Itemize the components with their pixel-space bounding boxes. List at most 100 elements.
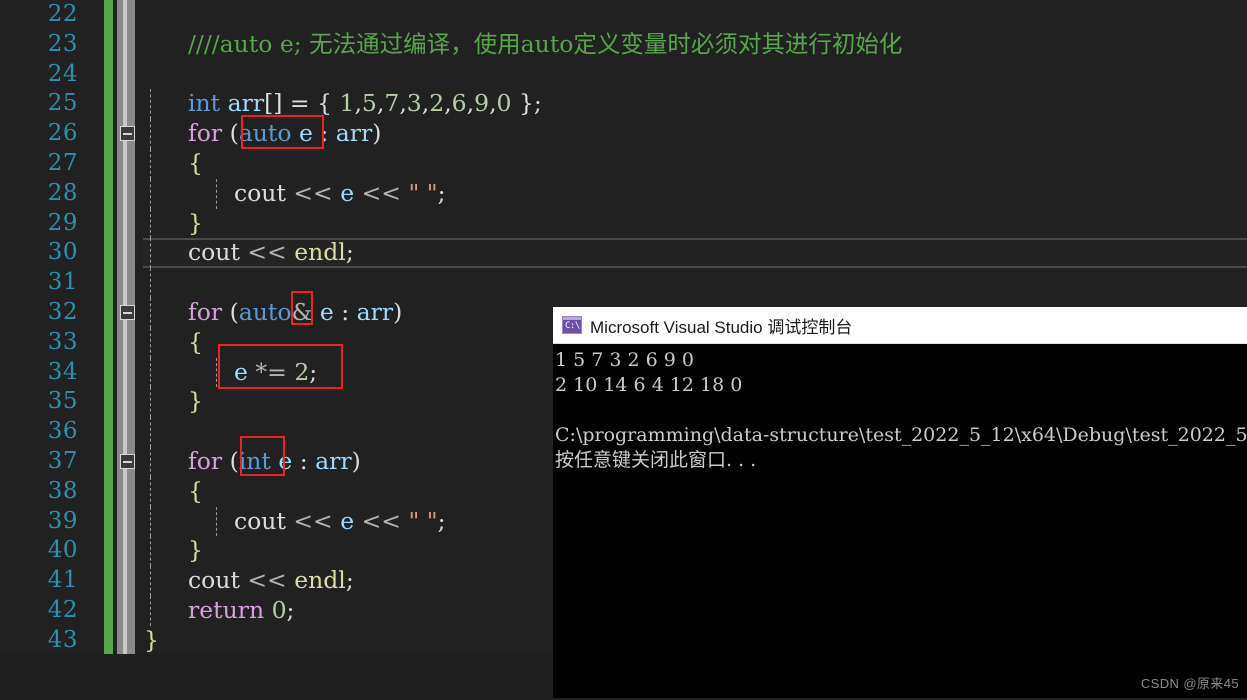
change-bar xyxy=(104,238,113,269)
code-token: ( xyxy=(222,119,239,148)
console-title: Microsoft Visual Studio 调试控制台 xyxy=(590,317,853,337)
code-token: 1 xyxy=(339,89,355,118)
code-text[interactable]: cout << endl; xyxy=(188,238,354,268)
code-line[interactable]: 28 cout << e << " "; xyxy=(0,178,1247,209)
change-bar xyxy=(104,29,113,60)
code-token: e xyxy=(319,297,334,326)
code-text[interactable]: return 0; xyxy=(188,596,294,626)
indent-guide xyxy=(150,89,151,120)
code-text[interactable]: } xyxy=(144,626,159,656)
code-token: ) xyxy=(351,446,361,475)
code-text[interactable]: ////auto e; 无法通过编译，使用auto定义变量时必须对其进行初始化 xyxy=(188,30,902,60)
outlining-track[interactable] xyxy=(117,148,135,179)
code-token: auto xyxy=(238,297,292,326)
line-number: 34 xyxy=(47,358,78,385)
code-token: : xyxy=(312,119,336,148)
collapse-block-icon[interactable] xyxy=(120,126,135,142)
code-token: *= xyxy=(247,357,295,386)
code-token: << xyxy=(285,506,341,535)
code-text[interactable]: { xyxy=(188,477,203,507)
change-bar xyxy=(104,595,113,626)
console-title-bar[interactable]: C:\ Microsoft Visual Studio 调试控制台 xyxy=(553,307,1247,344)
outlining-track[interactable] xyxy=(117,238,135,269)
code-token: 7 xyxy=(384,89,400,118)
code-line[interactable]: 22 xyxy=(0,0,1247,30)
code-text[interactable]: } xyxy=(188,536,203,566)
change-bar xyxy=(104,387,113,418)
outlining-track[interactable] xyxy=(117,178,135,209)
outlining-track[interactable] xyxy=(117,268,135,298)
code-token: : xyxy=(333,297,357,326)
code-text[interactable]: for (int e : arr) xyxy=(188,447,361,477)
line-number: 24 xyxy=(47,60,78,87)
line-number: 33 xyxy=(47,328,78,355)
indent-guide xyxy=(216,506,217,537)
change-bar xyxy=(104,119,113,149)
code-line[interactable]: 23 ////auto e; 无法通过编译，使用auto定义变量时必须对其进行初始… xyxy=(0,29,1247,60)
collapse-block-icon[interactable] xyxy=(120,453,135,469)
code-text[interactable]: cout << e << " "; xyxy=(234,179,445,209)
outlining-track[interactable] xyxy=(117,566,135,596)
code-text[interactable]: { xyxy=(188,328,203,358)
outlining-track[interactable] xyxy=(117,208,135,239)
line-number: 35 xyxy=(47,388,78,415)
outlining-track[interactable] xyxy=(117,506,135,537)
code-token: } xyxy=(188,387,203,416)
change-bar xyxy=(104,476,113,507)
line-number: 29 xyxy=(47,209,78,236)
code-token: ; xyxy=(437,506,446,535)
outlining-track[interactable] xyxy=(117,89,135,120)
code-token: e xyxy=(234,357,248,386)
outlining-track[interactable] xyxy=(117,327,135,358)
outlining-track[interactable] xyxy=(117,387,135,418)
code-text[interactable]: } xyxy=(188,209,203,239)
line-number: 32 xyxy=(47,298,78,325)
code-token: arr xyxy=(356,297,394,326)
code-token: 6 xyxy=(451,89,467,118)
code-text[interactable]: { xyxy=(188,149,203,179)
code-line[interactable]: 25 int arr[] = { 1,5,7,3,2,6,9,0 }; xyxy=(0,89,1247,120)
change-bar xyxy=(104,268,113,298)
outlining-track[interactable] xyxy=(117,536,135,567)
code-token: { xyxy=(188,148,203,177)
code-token: ; xyxy=(345,238,354,267)
code-text[interactable]: cout << endl; xyxy=(188,566,354,596)
code-token: ( xyxy=(222,297,239,326)
outlining-track[interactable] xyxy=(117,0,135,30)
line-number: 36 xyxy=(47,418,78,445)
code-token: << xyxy=(354,506,409,535)
code-text[interactable]: int arr[] = { 1,5,7,3,2,6,9,0 }; xyxy=(188,89,542,119)
outlining-track[interactable] xyxy=(117,476,135,507)
line-number: 41 xyxy=(47,567,78,594)
code-text[interactable]: } xyxy=(188,387,203,417)
code-text[interactable]: for (auto& e : arr) xyxy=(188,298,402,328)
code-line[interactable]: 31 xyxy=(0,268,1247,298)
code-token: ) xyxy=(393,297,403,326)
outlining-track[interactable] xyxy=(117,595,135,626)
code-line[interactable]: 26 for (auto e : arr) xyxy=(0,119,1247,149)
code-line[interactable]: 27 { xyxy=(0,148,1247,179)
code-line[interactable]: 29} xyxy=(0,208,1247,239)
code-token: << xyxy=(239,566,295,595)
line-number: 43 xyxy=(47,626,78,653)
code-token: << xyxy=(354,178,409,207)
indent-guide xyxy=(150,327,151,358)
debug-console-window[interactable]: C:\ Microsoft Visual Studio 调试控制台 1 5 7 … xyxy=(553,307,1247,698)
code-text[interactable]: for (auto e : arr) xyxy=(188,119,381,149)
console-line: 2 10 14 6 4 12 18 0 xyxy=(555,374,743,396)
indent-guide xyxy=(150,119,151,149)
outlining-track[interactable] xyxy=(117,357,135,388)
outlining-track[interactable] xyxy=(117,29,135,60)
collapse-block-icon[interactable] xyxy=(120,304,135,320)
code-token: ; xyxy=(309,357,318,386)
line-number: 38 xyxy=(47,477,78,504)
code-line[interactable]: 24 xyxy=(0,59,1247,90)
outlining-track[interactable] xyxy=(117,625,135,656)
code-text[interactable]: e *= 2; xyxy=(234,358,317,388)
code-line[interactable]: 30 cout << endl; xyxy=(0,238,1247,269)
code-text[interactable]: cout << e << " "; xyxy=(234,507,445,537)
outlining-track[interactable] xyxy=(117,59,135,90)
outlining-track[interactable] xyxy=(117,417,135,447)
